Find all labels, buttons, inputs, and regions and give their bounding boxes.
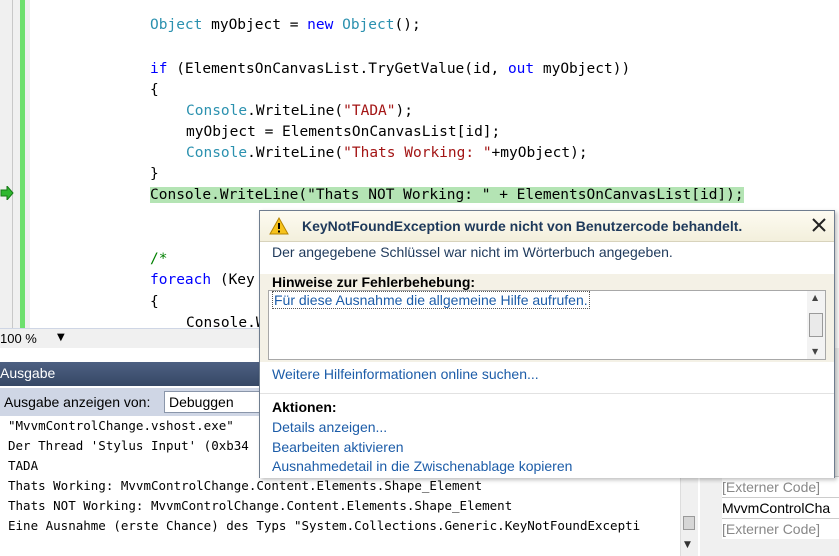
exception-message: Der angegebene Schlüssel war nicht im Wö… <box>272 244 673 260</box>
call-stack-row[interactable]: [Externer Code] <box>722 476 839 497</box>
scroll-up-icon[interactable]: ▲ <box>812 293 818 302</box>
output-line: Thats Working: MvvmControlChange.Content… <box>8 478 483 493</box>
exception-title: KeyNotFoundException wurde nicht von Ben… <box>302 218 743 234</box>
scrollbar-thumb[interactable] <box>809 313 823 337</box>
code-line[interactable]: Console.WriteLine("Thats Working: "+myOb… <box>186 143 588 163</box>
output-line: Thats NOT Working: MvvmControlChange.Con… <box>8 498 513 513</box>
output-line: Eine Ausnahme (erste Chance) des Typs "S… <box>8 518 641 533</box>
output-line: Der Thread 'Stylus Input' (0xb34 <box>8 438 249 453</box>
output-line: TADA <box>8 458 39 473</box>
enable-editing-link[interactable]: Bearbeiten aktivieren <box>272 439 404 455</box>
call-stack-row[interactable]: [Externer Code] <box>722 518 839 539</box>
exception-helper-popup: KeyNotFoundException wurde nicht von Ben… <box>259 210 835 478</box>
scrollbar-thumb[interactable] <box>683 516 695 530</box>
code-line[interactable]: { <box>150 80 159 100</box>
code-line[interactable]: /* <box>150 249 167 269</box>
code-line[interactable]: foreach (Key <box>150 270 255 290</box>
scroll-down-icon[interactable]: ▼ <box>812 347 818 356</box>
actions-section: Aktionen: Details anzeigen... Bearbeiten… <box>260 393 834 478</box>
zoom-control[interactable]: 100 % ▼ <box>0 328 260 349</box>
copy-exception-detail-link[interactable]: Ausnahmedetail in die Zwischenablage kop… <box>272 458 572 474</box>
code-line[interactable]: Console.W <box>186 313 265 328</box>
exception-header: KeyNotFoundException wurde nicht von Ben… <box>260 211 834 242</box>
call-stack-row[interactable]: MvvmControlCha <box>722 497 839 518</box>
output-line: "MvvmControlChange.vshost.exe" <box>8 418 234 433</box>
code-line[interactable]: myObject = ElementsOnCanvasList[id]; <box>186 122 500 142</box>
tips-scrollbar[interactable]: ▲ ▼ <box>807 291 825 359</box>
view-details-link[interactable]: Details anzeigen... <box>272 419 387 435</box>
dropdown-arrow-icon[interactable]: ▼ <box>57 332 65 343</box>
code-line[interactable]: Console.WriteLine("TADA"); <box>186 101 413 121</box>
code-line[interactable]: { <box>150 292 159 312</box>
code-line[interactable]: } <box>150 164 159 184</box>
editor-gutter <box>0 0 30 328</box>
current-statement-line[interactable]: Console.WriteLine("Thats NOT Working: " … <box>150 185 744 205</box>
scroll-down-icon[interactable]: ▼ <box>684 540 691 550</box>
change-tracking-bar <box>20 0 25 328</box>
troubleshooting-tips: Hinweise zur Fehlerbehebung: Für diese A… <box>260 274 834 362</box>
current-statement-highlight[interactable]: Console.WriteLine("Thats NOT Working: " … <box>150 187 744 203</box>
general-help-link[interactable]: Für diese Ausnahme die allgemeine Hilfe … <box>272 291 590 309</box>
online-help-link[interactable]: Weitere Hilfeinformationen online suchen… <box>272 366 539 382</box>
execution-arrow-icon <box>0 186 14 200</box>
output-title: Ausgabe <box>0 365 56 381</box>
tips-heading: Hinweise zur Fehlerbehebung: <box>272 274 476 290</box>
warning-icon <box>269 217 289 235</box>
actions-heading: Aktionen: <box>272 399 337 415</box>
gutter-divider <box>12 0 13 328</box>
zoom-value[interactable]: 100 % <box>0 331 37 346</box>
code-line[interactable]: Object myObject = new Object(); <box>150 15 421 35</box>
tips-list: Für diese Ausnahme die allgemeine Hilfe … <box>268 290 826 360</box>
exception-message-area: Der angegebene Schlüssel war nicht im Wö… <box>260 242 834 275</box>
show-output-from-label: Ausgabe anzeigen von: <box>4 394 151 410</box>
code-line[interactable]: if (ElementsOnCanvasList.TryGetValue(id,… <box>150 59 630 79</box>
close-icon[interactable] <box>810 216 828 234</box>
